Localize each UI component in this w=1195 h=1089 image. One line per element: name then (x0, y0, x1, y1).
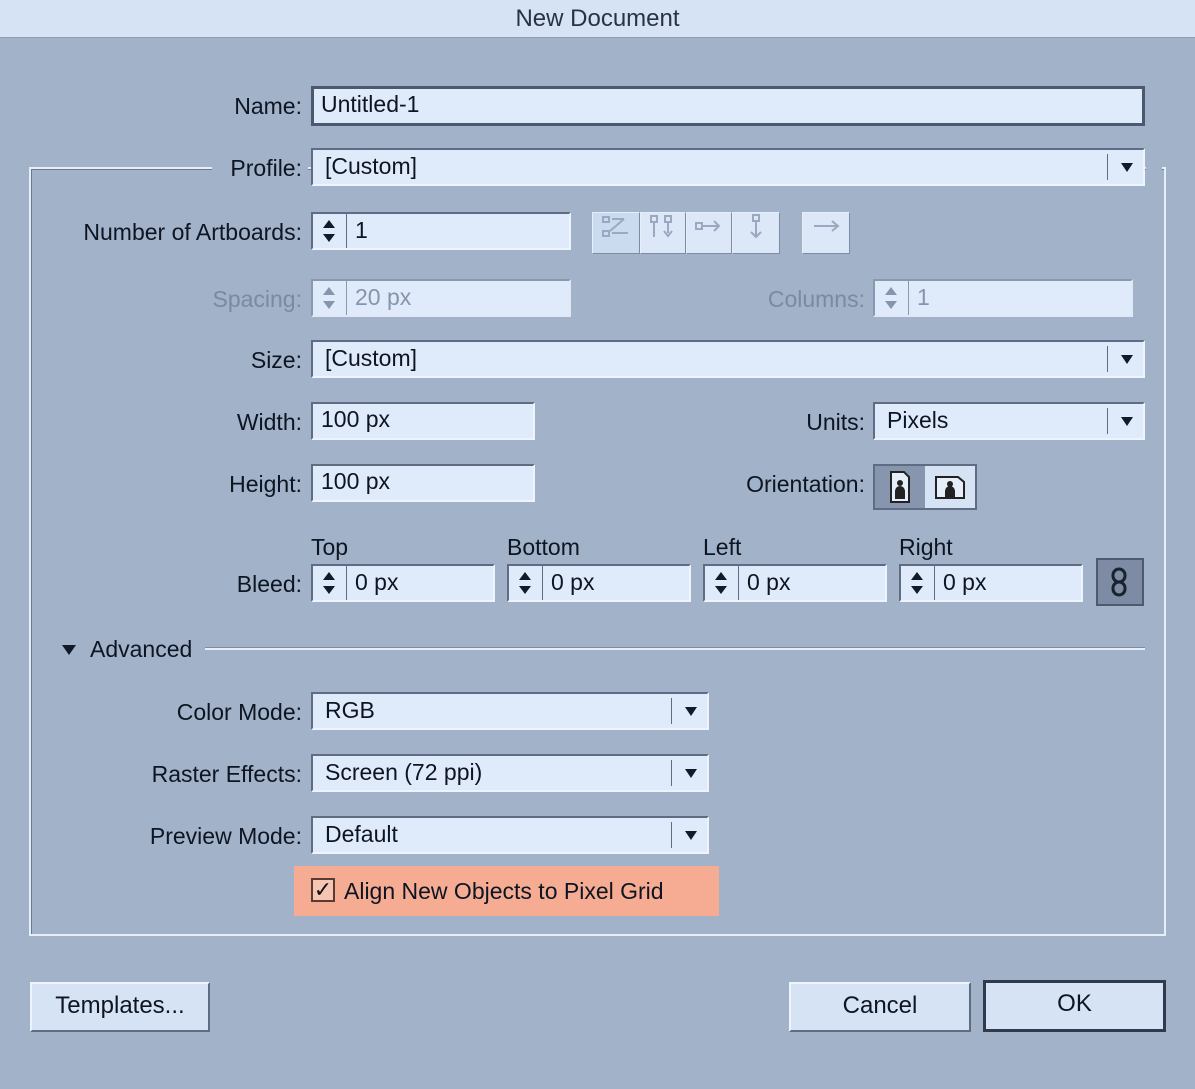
bleed-left-label: Left (703, 534, 742, 560)
width-field[interactable]: 100 px (311, 402, 535, 440)
size-value: [Custom] (325, 345, 418, 371)
stepper-arrows-icon (875, 281, 909, 315)
stepper-arrows-icon[interactable] (901, 566, 935, 600)
bleed-left-value: 0 px (747, 569, 791, 595)
profile-label: Profile: (230, 155, 302, 181)
bleed-top-label: Top (311, 534, 349, 560)
templates-button[interactable]: Templates... (30, 982, 210, 1032)
bleed-top-stepper[interactable]: 0 px (311, 564, 495, 602)
size-label: Size: (250, 347, 302, 373)
bleed-right-label: Right (899, 534, 953, 560)
change-to-rtl-icon[interactable] (802, 212, 850, 254)
stepper-arrows-icon[interactable] (705, 566, 739, 600)
chain-link-icon (1111, 567, 1127, 597)
grid-by-row-icon[interactable] (592, 212, 640, 254)
grid-by-column-icon[interactable] (640, 212, 686, 254)
advanced-label[interactable]: Advanced (90, 632, 192, 666)
size-dropdown[interactable]: [Custom] (311, 340, 1145, 378)
spacing-value: 20 px (355, 284, 412, 310)
columns-value: 1 (917, 284, 930, 310)
chevron-down-icon (671, 698, 707, 724)
units-label: Units: (806, 409, 865, 435)
stepper-arrows-icon[interactable] (313, 214, 347, 248)
cancel-button[interactable]: Cancel (789, 982, 971, 1032)
chevron-down-icon (1107, 154, 1143, 180)
name-field[interactable]: Untitled-1 (311, 86, 1145, 126)
height-field[interactable]: 100 px (311, 464, 535, 502)
orientation-label: Orientation: (746, 471, 865, 497)
preview-mode-dropdown[interactable]: Default (311, 816, 709, 854)
artboards-value: 1 (355, 217, 368, 243)
stepper-arrows-icon (313, 281, 347, 315)
bleed-link-button[interactable] (1096, 558, 1144, 606)
color-mode-dropdown[interactable]: RGB (311, 692, 709, 730)
align-pixel-grid-checkbox[interactable]: ✓ (311, 878, 335, 902)
units-dropdown[interactable]: Pixels (873, 402, 1145, 440)
profile-right-backdrop (1146, 150, 1162, 186)
color-mode-label: Color Mode: (176, 699, 302, 725)
columns-label: Columns: (767, 286, 865, 312)
columns-stepper[interactable]: 1 (873, 279, 1133, 317)
arrange-by-column-icon[interactable] (732, 212, 780, 254)
ok-button[interactable]: OK (983, 980, 1166, 1032)
dialog-title: New Document (0, 0, 1195, 38)
raster-effects-label: Raster Effects: (151, 761, 302, 787)
name-label: Name: (234, 93, 302, 119)
preview-mode-value: Default (325, 821, 398, 847)
bleed-right-value: 0 px (943, 569, 987, 595)
chevron-down-icon (1107, 346, 1143, 372)
bleed-bottom-value: 0 px (551, 569, 595, 595)
raster-effects-dropdown[interactable]: Screen (72 ppi) (311, 754, 709, 792)
landscape-orientation-button[interactable] (925, 466, 975, 508)
units-value: Pixels (887, 407, 949, 433)
chevron-down-icon (671, 822, 707, 848)
advanced-divider (205, 648, 1145, 650)
spacing-label: Spacing: (212, 286, 302, 312)
height-label: Height: (229, 471, 302, 497)
profile-dropdown[interactable]: [Custom] (311, 148, 1145, 186)
bleed-left-stepper[interactable]: 0 px (703, 564, 887, 602)
stepper-arrows-icon[interactable] (509, 566, 543, 600)
chevron-down-icon (671, 760, 707, 786)
chevron-down-icon (1107, 408, 1143, 434)
bleed-label: Bleed: (236, 571, 302, 597)
bleed-top-value: 0 px (355, 569, 399, 595)
align-pixel-grid-label: Align New Objects to Pixel Grid (344, 878, 664, 904)
artboards-stepper[interactable]: 1 (311, 212, 571, 250)
raster-effects-value: Screen (72 ppi) (325, 759, 483, 785)
orientation-toggle (873, 464, 977, 510)
bleed-right-stepper[interactable]: 0 px (899, 564, 1083, 602)
profile-value: [Custom] (325, 153, 418, 179)
color-mode-value: RGB (325, 697, 375, 723)
spacing-stepper[interactable]: 20 px (311, 279, 571, 317)
disclosure-triangle-icon[interactable] (62, 645, 76, 655)
bleed-bottom-label: Bottom (507, 534, 580, 560)
artboards-label: Number of Artboards: (83, 219, 302, 245)
preview-mode-label: Preview Mode: (149, 823, 302, 849)
width-label: Width: (236, 409, 302, 435)
portrait-orientation-button[interactable] (875, 466, 925, 508)
bleed-bottom-stepper[interactable]: 0 px (507, 564, 691, 602)
align-pixel-grid-row[interactable]: ✓ Align New Objects to Pixel Grid (294, 866, 719, 916)
arrange-by-row-icon[interactable] (686, 212, 732, 254)
stepper-arrows-icon[interactable] (313, 566, 347, 600)
